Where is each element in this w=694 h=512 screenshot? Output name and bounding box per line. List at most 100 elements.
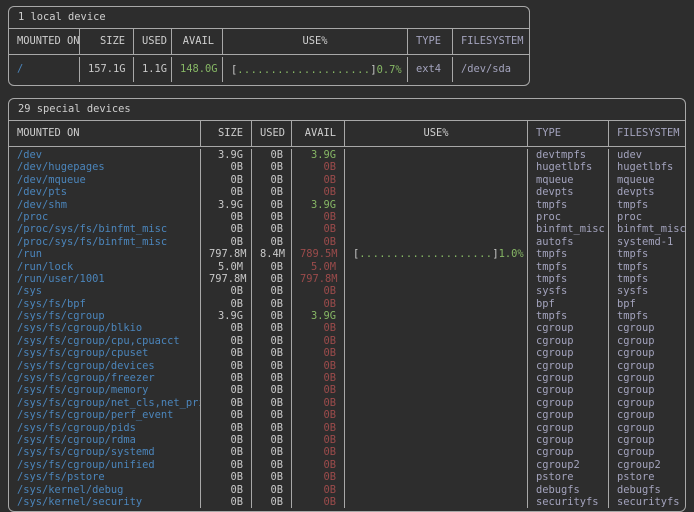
usage-bar: [....................] bbox=[231, 58, 377, 82]
filesystem-value: devpts bbox=[609, 186, 685, 198]
avail-value: 0B bbox=[292, 335, 345, 347]
usage-cell bbox=[345, 273, 528, 285]
size-value: 0B bbox=[201, 335, 252, 347]
filesystem-value: mqueue bbox=[609, 174, 685, 186]
type-value: pstore bbox=[528, 471, 609, 483]
mounted-on-value: /dev/mqueue bbox=[9, 174, 201, 186]
used-value: 0B bbox=[252, 261, 292, 273]
table-row: /run/lock 5.0M 0B 5.0M tmpfs tmpfs bbox=[9, 261, 685, 273]
filesystem-value: tmpfs bbox=[609, 273, 685, 285]
used-value: 0B bbox=[252, 409, 292, 421]
table-row: /dev/mqueue 0B 0B 0B mqueue mqueue bbox=[9, 174, 685, 186]
usage-cell bbox=[345, 186, 528, 198]
header-mounted-on: MOUNTED ON bbox=[9, 29, 80, 54]
filesystem-value: proc bbox=[609, 211, 685, 223]
avail-value: 0B bbox=[292, 397, 345, 409]
header-size: SIZE bbox=[80, 29, 134, 54]
header-filesystem: FILESYSTEM bbox=[609, 121, 685, 146]
size-value: 0B bbox=[201, 298, 252, 310]
used-value: 0B bbox=[252, 471, 292, 483]
size-value: 0B bbox=[201, 186, 252, 198]
table-row: /sys/fs/cgroup/blkio 0B 0B 0B cgroup cgr… bbox=[9, 322, 685, 334]
avail-value: 3.9G bbox=[292, 310, 345, 322]
type-value: hugetlbfs bbox=[528, 161, 609, 173]
mounted-on-value: /proc bbox=[9, 211, 201, 223]
filesystem-value: securityfs bbox=[609, 496, 685, 508]
filesystem-value: cgroup bbox=[609, 409, 685, 421]
mounted-on-value: /dev bbox=[9, 149, 201, 161]
type-value: cgroup bbox=[528, 434, 609, 446]
type-value: tmpfs bbox=[528, 273, 609, 285]
used-value: 0B bbox=[252, 199, 292, 211]
filesystem-value: udev bbox=[609, 149, 685, 161]
avail-value: 0B bbox=[292, 186, 345, 198]
size-value: 157.1G bbox=[80, 57, 134, 82]
mounted-on-value: /sys/fs/pstore bbox=[9, 471, 201, 483]
usage-percent: 1.0% bbox=[499, 248, 524, 260]
usage-bar: [....................] bbox=[353, 248, 499, 260]
table-row: /dev/shm 3.9G 0B 3.9G tmpfs tmpfs bbox=[9, 199, 685, 211]
size-value: 0B bbox=[201, 446, 252, 458]
used-value: 0B bbox=[252, 459, 292, 471]
size-value: 797.8M bbox=[201, 248, 252, 260]
size-value: 0B bbox=[201, 372, 252, 384]
avail-value: 797.8M bbox=[292, 273, 345, 285]
usage-cell bbox=[345, 236, 528, 248]
avail-value: 0B bbox=[292, 434, 345, 446]
mounted-on-value: /sys/fs/cgroup/devices bbox=[9, 360, 201, 372]
table-row: /dev/hugepages 0B 0B 0B hugetlbfs hugetl… bbox=[9, 161, 685, 173]
special-table-header-row: MOUNTED ON SIZE USED AVAIL USE% TYPE FIL… bbox=[9, 121, 685, 147]
used-value: 0B bbox=[252, 384, 292, 396]
mounted-on-value: /sys/fs/cgroup/memory bbox=[9, 384, 201, 396]
size-value: 0B bbox=[201, 161, 252, 173]
filesystem-value: tmpfs bbox=[609, 199, 685, 211]
mounted-on-value: /proc/sys/fs/binfmt_misc bbox=[9, 236, 201, 248]
usage-cell: [....................] 0.7% bbox=[223, 57, 408, 82]
table-row: /sys/fs/cgroup/memory 0B 0B 0B cgroup cg… bbox=[9, 384, 685, 396]
avail-value: 0B bbox=[292, 161, 345, 173]
avail-value: 0B bbox=[292, 471, 345, 483]
local-devices-table: 1 local device MOUNTED ON SIZE USED AVAI… bbox=[8, 6, 530, 86]
size-value: 0B bbox=[201, 223, 252, 235]
used-value: 0B bbox=[252, 360, 292, 372]
type-value: tmpfs bbox=[528, 261, 609, 273]
size-value: 3.9G bbox=[201, 310, 252, 322]
table-row: /sys/fs/bpf 0B 0B 0B bpf bpf bbox=[9, 298, 685, 310]
type-value: cgroup bbox=[528, 446, 609, 458]
size-value: 0B bbox=[201, 174, 252, 186]
filesystem-value: sysfs bbox=[609, 285, 685, 297]
filesystem-value: bpf bbox=[609, 298, 685, 310]
header-avail: AVAIL bbox=[172, 29, 223, 54]
used-value: 0B bbox=[252, 285, 292, 297]
table-row: /sys/fs/cgroup/net_cls,net_prio 0B 0B 0B… bbox=[9, 397, 685, 409]
filesystem-value: cgroup bbox=[609, 384, 685, 396]
header-type: TYPE bbox=[528, 121, 609, 146]
filesystem-value: cgroup bbox=[609, 434, 685, 446]
header-size: SIZE bbox=[201, 121, 252, 146]
type-value: securityfs bbox=[528, 496, 609, 508]
mounted-on-value: /run/lock bbox=[9, 261, 201, 273]
mounted-on-value: /sys/fs/cgroup/cpuset bbox=[9, 347, 201, 359]
used-value: 0B bbox=[252, 223, 292, 235]
mounted-on-value: /sys/kernel/security bbox=[9, 496, 201, 508]
usage-cell bbox=[345, 322, 528, 334]
filesystem-value: cgroup2 bbox=[609, 459, 685, 471]
filesystem-value: tmpfs bbox=[609, 261, 685, 273]
usage-cell bbox=[345, 223, 528, 235]
usage-cell bbox=[345, 211, 528, 223]
header-use-pct: USE% bbox=[345, 121, 528, 146]
type-value: cgroup bbox=[528, 422, 609, 434]
table-row: /proc/sys/fs/binfmt_misc 0B 0B 0B binfmt… bbox=[9, 223, 685, 235]
table-row: /sys/fs/cgroup/pids 0B 0B 0B cgroup cgro… bbox=[9, 422, 685, 434]
mounted-on-value: /sys/fs/cgroup/cpu,cpuacct bbox=[9, 335, 201, 347]
avail-value: 0B bbox=[292, 211, 345, 223]
table-row: /dev/pts 0B 0B 0B devpts devpts bbox=[9, 186, 685, 198]
avail-value: 0B bbox=[292, 384, 345, 396]
mounted-on-value: /dev/hugepages bbox=[9, 161, 201, 173]
used-value: 1.1G bbox=[134, 57, 172, 82]
size-value: 0B bbox=[201, 360, 252, 372]
header-mounted-on: MOUNTED ON bbox=[9, 121, 201, 146]
usage-cell bbox=[345, 360, 528, 372]
table-row: /sys 0B 0B 0B sysfs sysfs bbox=[9, 285, 685, 297]
used-value: 0B bbox=[252, 298, 292, 310]
